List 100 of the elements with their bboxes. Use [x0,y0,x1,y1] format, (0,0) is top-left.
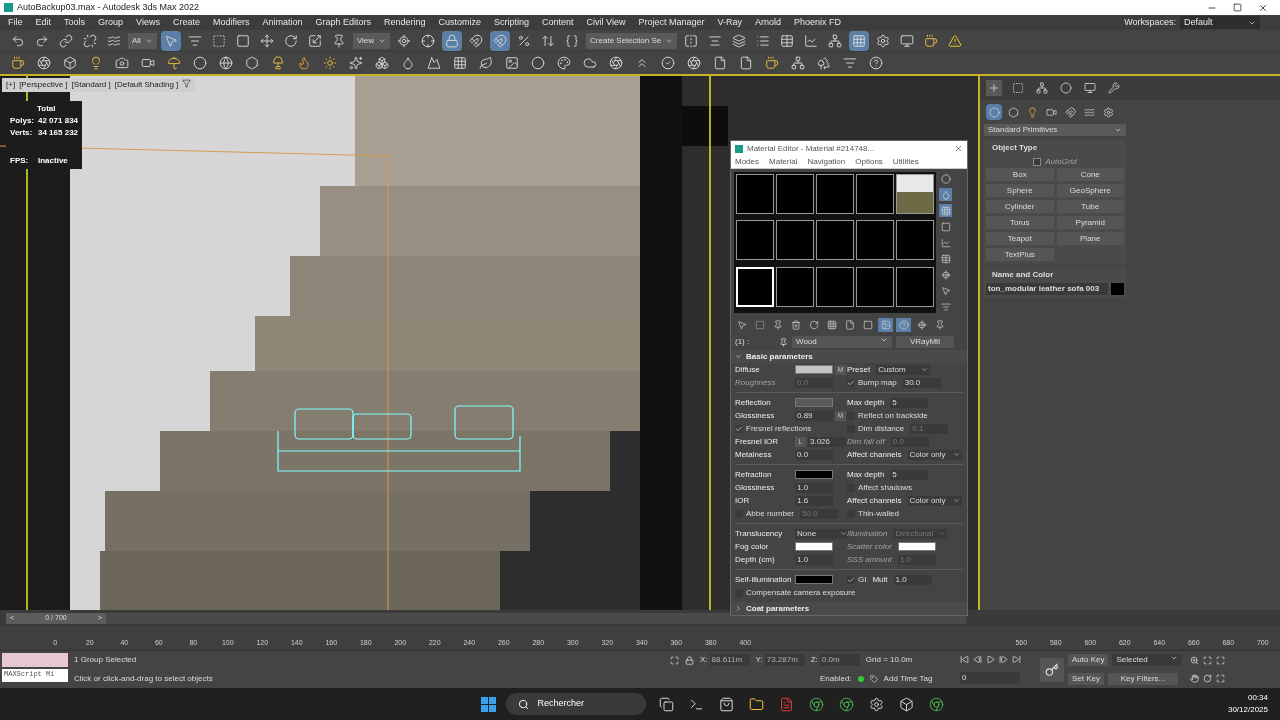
spinner-field[interactable]: 3.026 [808,436,846,447]
category-dropdown[interactable]: Standard Primitives [984,124,1126,136]
toolbar-dropdown[interactable]: All [128,32,157,49]
checkbox[interactable]: Thin-walled [847,507,903,520]
param-label: Max depth [847,468,886,481]
checkbox[interactable]: Reflect on backside [847,409,932,422]
stats-value: 34 165 232 [38,127,79,139]
rollout-title[interactable]: Basic parameters [731,350,967,363]
menu-item[interactable]: Civil View [586,15,626,30]
param-label: Fog color [735,540,770,553]
menu-item[interactable]: Edit [35,15,52,30]
viewport-label[interactable]: [Default Shading ] [114,79,179,91]
spinner-field[interactable]: 1.6 [795,495,833,506]
stats-label: Polys: [10,115,34,127]
menu-item[interactable]: Content [542,15,574,30]
fps-label: FPS: [10,155,30,167]
menu-item[interactable]: Animation [262,15,303,30]
spinner-field[interactable]: 1.0 [795,482,833,493]
set-key-mode-button[interactable]: Set Key [1068,673,1104,686]
viewport-label[interactable]: [+] [6,79,16,91]
param-label: Max depth [847,396,886,409]
primitive-button[interactable]: TextPlus [986,248,1054,261]
object-name-field[interactable]: ton_modular leather sofa 003 [986,283,1108,295]
workspaces-label: Workspaces: [1124,15,1176,29]
menu-item[interactable]: Rendering [384,15,426,30]
checkbox[interactable]: Fresnel reflections [735,422,816,435]
primitive-button[interactable]: Pyramid [1056,216,1124,229]
primitive-button[interactable]: Plane [1056,232,1124,245]
add-time-tag-link[interactable]: Add Time Tag [883,672,933,685]
primitive-button[interactable]: Teapot [986,232,1054,245]
primitive-button[interactable]: Cylinder [986,200,1054,213]
menu-item[interactable]: Phoenix FD [794,15,842,30]
auto-key-button[interactable]: Auto Key [1068,653,1109,666]
menu-item[interactable]: Modifiers [212,15,250,30]
param-label: Roughness [735,376,777,389]
toolbar-dropdown[interactable]: Create Selection Se [586,32,678,49]
fps-value: Inactive [38,155,68,167]
coordinate-field[interactable]: 0.0m [819,654,860,667]
param-label: Translucency [735,527,784,540]
menu-item[interactable]: Modes [735,156,759,168]
primitive-button[interactable]: Tube [1056,200,1124,213]
primitive-button[interactable]: Torus [986,216,1054,229]
menu-item[interactable]: File [8,15,23,30]
menu-item[interactable]: Views [136,15,160,30]
param-label: Self-illumination [735,573,793,586]
stats-heading: Total [36,103,57,115]
taskbar-search-field[interactable]: Rechercher [506,693,647,715]
checkbox[interactable]: Abbe number [735,507,799,520]
dropdown-field[interactable]: Custom [876,364,931,375]
menu-item[interactable]: V-Ray [717,15,742,30]
spinner-field[interactable]: 5 [890,469,929,480]
viewport-label[interactable]: [Standard ] [71,79,111,91]
menu-item[interactable]: Scripting [494,15,530,30]
menu-item[interactable]: Utilities [892,156,919,168]
coordinate-field[interactable]: 73.287m [764,654,805,667]
primitive-button[interactable]: Cone [1056,168,1124,181]
key-filters-button[interactable]: Key Filters... [1108,673,1178,686]
menu-item[interactable]: Arnold [755,15,782,30]
grid-size-text: Grid = 10.0m [865,654,913,667]
menu-item[interactable]: Group [98,15,124,30]
dropdown-field[interactable]: Color only [907,495,962,506]
menu-item[interactable]: Project Manager [638,15,705,30]
checkbox[interactable]: Compensate camera exposure [735,586,860,599]
spinner-field[interactable]: 0.89 [795,410,833,421]
spinner-field[interactable]: 5 [890,397,929,408]
key-set-dropdown[interactable]: Selected [1112,653,1183,666]
menu-item[interactable]: Tools [64,15,86,30]
frame-field[interactable]: 0 [960,672,1020,684]
spinner-field[interactable]: 30.0 [902,377,941,388]
material-type-button[interactable]: VRayMtl [896,336,954,348]
param-label: Reflection [735,396,772,409]
rollout-title[interactable]: Object Type [984,140,1126,156]
window-title: Material Editor - Material #214748... [747,142,875,155]
spinner-field[interactable]: 0.0 [795,449,833,460]
rollout-title[interactable]: Name and Color [984,267,1126,283]
coordinate-field[interactable]: 88.611m [709,654,750,667]
menu-item[interactable]: Material [769,156,798,168]
viewport-label[interactable]: [Perspective ] [19,79,68,91]
param-label: Metalness [735,448,773,461]
primitive-button[interactable]: Box [986,168,1054,181]
checkbox[interactable]: GI [847,573,871,586]
menu-item[interactable]: Graph Editors [315,15,371,30]
primitive-button[interactable]: GeoSphere [1056,184,1124,197]
param-label: Depth (cm) [735,553,776,566]
menu-item[interactable]: Customize [438,15,482,30]
param-label: Mult [872,573,889,586]
spinner-field[interactable]: 1.0 [795,554,833,565]
menu-item[interactable]: Options [855,156,883,168]
primitive-button[interactable]: Sphere [986,184,1054,197]
checkbox[interactable]: Bump map [847,376,901,389]
checkbox[interactable]: Dim distance [847,422,909,435]
material-name-field[interactable]: Wood [792,336,892,348]
checkbox[interactable]: Affect shadows [847,481,917,494]
workspace-dropdown[interactable]: Default [1180,15,1260,30]
menu-item[interactable]: Create [172,15,200,30]
toolbar-dropdown[interactable]: View [352,32,391,49]
rollout-title[interactable]: Coat parameters [731,602,967,615]
dropdown-field[interactable]: Color only [907,449,962,460]
spinner-field[interactable]: 1.0 [893,574,932,585]
menu-item[interactable]: Navigation [807,156,846,168]
